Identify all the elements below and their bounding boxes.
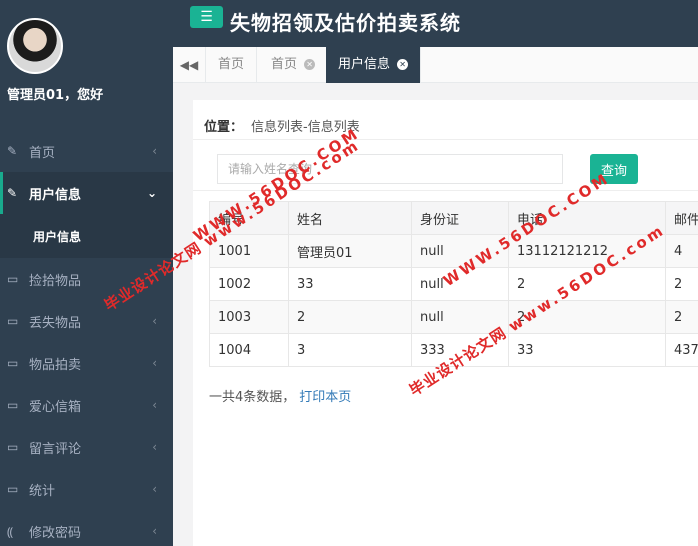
table-row[interactable]: 1004 3 333 33 4377 — [209, 333, 698, 367]
sidebar-item-user-info[interactable]: ✎ 用户信息 ⌄ — [0, 172, 173, 214]
tab-bar: ◀◀ 首页 首页 ✕ 用户信息 ✕ — [173, 47, 698, 83]
sidebar-item-found-items[interactable]: ▭ 捡拾物品 — [0, 258, 173, 300]
chevron-down-icon: ⌄ — [146, 186, 157, 200]
sidebar: 管理员01，您好 ✎ 首页 ‹ ✎ 用户信息 ⌄ 用户信息 ▭ 捡拾物品 ▭ 丢… — [0, 0, 173, 546]
desktop-icon: ▭ — [7, 440, 19, 454]
desktop-icon: ▭ — [7, 314, 19, 328]
table-cell: 1002 — [209, 267, 289, 301]
desktop-icon: ▭ — [7, 356, 19, 370]
search-bar: 查询 — [193, 139, 698, 191]
profile-header: 管理员01，您好 — [0, 0, 173, 130]
chevron-left-icon: ‹ — [152, 482, 157, 496]
table-cell: 2 — [665, 267, 698, 301]
desktop-icon: ▭ — [7, 398, 19, 412]
table-cell: 2 — [665, 300, 698, 334]
greeting-text: 管理员01，您好 — [7, 88, 104, 103]
app-title: 失物招领及估价拍卖系统 — [230, 11, 461, 35]
sidebar-subitem-label: 用户信息 — [33, 229, 82, 244]
table-header-row: 编号 姓名 身份证 电话 邮件 — [209, 201, 698, 235]
chevron-left-icon: ‹ — [152, 144, 157, 158]
table-cell: 管理员01 — [288, 234, 412, 268]
column-header: 姓名 — [288, 201, 412, 235]
column-header: 邮件 — [665, 201, 698, 235]
close-icon[interactable]: ✕ — [397, 59, 409, 70]
table-row[interactable]: 1002 33 null 2 2 — [209, 267, 698, 301]
sidebar-item-change-password[interactable]: ⸨ 修改密码 ‹ — [0, 510, 173, 546]
chevron-left-icon: ‹ — [152, 398, 157, 412]
menu-toggle-button[interactable]: ☰ — [190, 6, 223, 28]
table-cell: 333 — [411, 333, 509, 367]
table-cell: 2 — [288, 300, 412, 334]
tab-user-info[interactable]: 用户信息 ✕ — [326, 47, 422, 83]
sidebar-item-label: 首页 — [29, 145, 56, 161]
double-chevron-left-icon: ◀◀ — [179, 58, 199, 72]
sidebar-item-statistics[interactable]: ▭ 统计 ‹ — [0, 468, 173, 510]
table-cell: null — [411, 234, 509, 268]
sidebar-item-comments[interactable]: ▭ 留言评论 ‹ — [0, 426, 173, 468]
sidebar-menu: ✎ 首页 ‹ ✎ 用户信息 ⌄ 用户信息 ▭ 捡拾物品 ▭ 丢失物品 ‹ ▭ 物… — [0, 130, 173, 546]
breadcrumb: 位置： 信息列表-信息列表 — [204, 116, 360, 135]
column-header: 电话 — [508, 201, 666, 235]
sidebar-subitem-user-info[interactable]: 用户信息 — [0, 214, 173, 258]
sidebar-item-label: 爱心信箱 — [29, 399, 82, 415]
close-icon[interactable]: ✕ — [304, 59, 316, 70]
sidebar-item-auction[interactable]: ▭ 物品拍卖 ‹ — [0, 342, 173, 384]
tab-label: 首页 — [271, 57, 298, 72]
sidebar-item-lost-items[interactable]: ▭ 丢失物品 ‹ — [0, 300, 173, 342]
desktop-icon: ▭ — [7, 272, 19, 286]
table-cell: 3 — [288, 333, 412, 367]
main-content: 位置：信息列表-信息列表 查询 编号 姓名 身份证 电话 邮件 100 — [173, 83, 698, 546]
record-count: 一共4条数据， — [209, 390, 296, 405]
table-row[interactable]: 1003 2 null 2 2 — [209, 300, 698, 334]
column-header: 编号 — [209, 201, 289, 235]
table-cell: 1001 — [209, 234, 289, 268]
avatar[interactable] — [7, 18, 63, 74]
table-cell: 33 — [508, 333, 666, 367]
edit-icon: ✎ — [7, 186, 18, 200]
sidebar-item-label: 物品拍卖 — [29, 357, 82, 373]
sidebar-item-label: 统计 — [29, 483, 56, 499]
table-cell: null — [411, 300, 509, 334]
table-cell: 1003 — [209, 300, 289, 334]
tab-home-2[interactable]: 首页 ✕ — [259, 47, 329, 83]
table-row[interactable]: 1001 管理员01 null 13112121212 4 — [209, 234, 698, 268]
sidebar-item-label: 用户信息 — [29, 187, 82, 203]
print-page-link[interactable]: 打印本页 — [299, 390, 351, 405]
table-footer: 一共4条数据， 打印本页 — [209, 386, 351, 405]
desktop-icon: ▭ — [7, 482, 19, 496]
chevron-left-icon: ‹ — [152, 356, 157, 370]
chevron-left-icon: ‹ — [152, 440, 157, 454]
table-cell: 2 — [508, 267, 666, 301]
sidebar-item-home[interactable]: ✎ 首页 ‹ — [0, 130, 173, 172]
cutlery-icon: ⸨ — [7, 524, 14, 539]
breadcrumb-label: 位置： — [204, 120, 244, 135]
sidebar-item-label: 修改密码 — [29, 525, 82, 541]
table-cell: 1004 — [209, 333, 289, 367]
hamburger-icon: ☰ — [200, 9, 213, 25]
table-cell: 2 — [508, 300, 666, 334]
table-cell: 4 — [665, 234, 698, 268]
table-cell: null — [411, 267, 509, 301]
column-header: 身份证 — [411, 201, 509, 235]
table-cell: 33 — [288, 267, 412, 301]
table-cell: 13112121212 — [508, 234, 666, 268]
tab-scroll-left-button[interactable]: ◀◀ — [173, 47, 206, 83]
search-button[interactable]: 查询 — [590, 154, 638, 184]
content-panel: 位置：信息列表-信息列表 查询 编号 姓名 身份证 电话 邮件 100 — [193, 100, 698, 546]
user-table: 编号 姓名 身份证 电话 邮件 1001 管理员01 null 13112121… — [209, 201, 698, 367]
top-bar: ☰ 失物招领及估价拍卖系统 — [173, 0, 698, 47]
sidebar-item-label: 丢失物品 — [29, 315, 82, 331]
table-cell: 4377 — [665, 333, 698, 367]
search-input[interactable] — [217, 154, 563, 184]
tab-home[interactable]: 首页 — [206, 47, 258, 83]
tab-label: 首页 — [218, 57, 245, 72]
sidebar-item-mailbox[interactable]: ▭ 爱心信箱 ‹ — [0, 384, 173, 426]
chevron-left-icon: ‹ — [152, 524, 157, 538]
chevron-left-icon: ‹ — [152, 314, 157, 328]
edit-icon: ✎ — [7, 144, 18, 158]
sidebar-item-label: 留言评论 — [29, 441, 82, 457]
tab-label: 用户信息 — [338, 57, 391, 72]
sidebar-item-label: 捡拾物品 — [29, 273, 82, 289]
breadcrumb-path: 信息列表-信息列表 — [251, 120, 360, 135]
